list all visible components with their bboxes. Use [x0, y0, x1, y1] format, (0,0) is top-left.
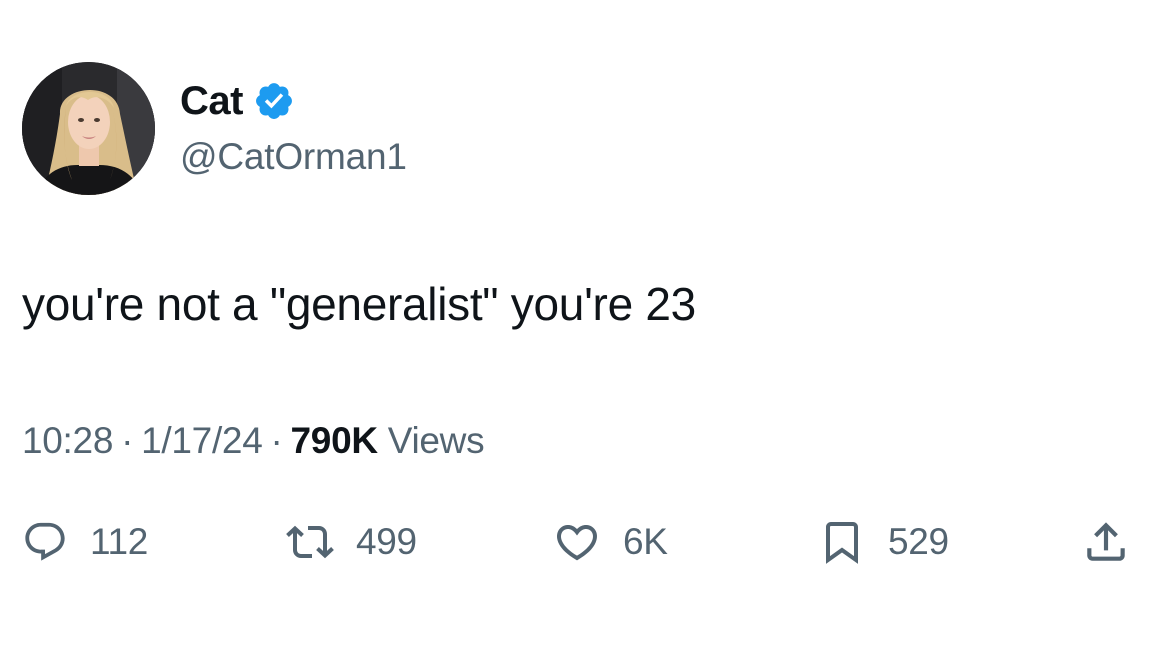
tweet-date[interactable]: 1/17/24 — [141, 420, 263, 461]
reply-count: 112 — [90, 521, 149, 562]
tweet-text: you're not a "generalist" you're 23 — [22, 278, 696, 330]
like-button[interactable]: 6K — [553, 510, 668, 574]
bookmark-button[interactable]: 529 — [818, 510, 949, 574]
tweet-card: Cat @CatOrman1 you're not a "generalist"… — [0, 0, 1151, 647]
repost-count: 499 — [356, 521, 417, 562]
avatar[interactable] — [22, 62, 155, 195]
author-name-row: Cat — [180, 76, 295, 126]
tweet-time[interactable]: 10:28 — [22, 420, 113, 461]
heart-icon — [556, 525, 598, 561]
reply-button[interactable]: 112 — [22, 510, 148, 574]
share-button[interactable] — [1081, 510, 1131, 574]
verified-badge-icon[interactable] — [253, 80, 295, 122]
like-count: 6K — [623, 521, 668, 562]
meta-separator: · — [270, 420, 283, 461]
views-label: Views — [387, 420, 485, 461]
author-handle[interactable]: @CatOrman1 — [180, 134, 407, 180]
views-count[interactable]: 790K — [291, 420, 379, 461]
bookmark-icon — [826, 522, 858, 564]
meta-separator: · — [121, 420, 134, 461]
share-upload-icon — [1087, 522, 1125, 561]
avatar-photo — [22, 62, 155, 195]
tweet-meta: 10:28 · 1/17/24 · 790K Views — [22, 418, 485, 464]
bookmark-count: 529 — [888, 521, 949, 562]
author-display-name[interactable]: Cat — [180, 76, 243, 126]
repost-button[interactable]: 499 — [286, 510, 417, 574]
speech-bubble-icon — [25, 522, 65, 561]
action-bar: 112 499 6K 529 — [0, 510, 1151, 574]
repost-arrows-icon — [286, 525, 334, 559]
